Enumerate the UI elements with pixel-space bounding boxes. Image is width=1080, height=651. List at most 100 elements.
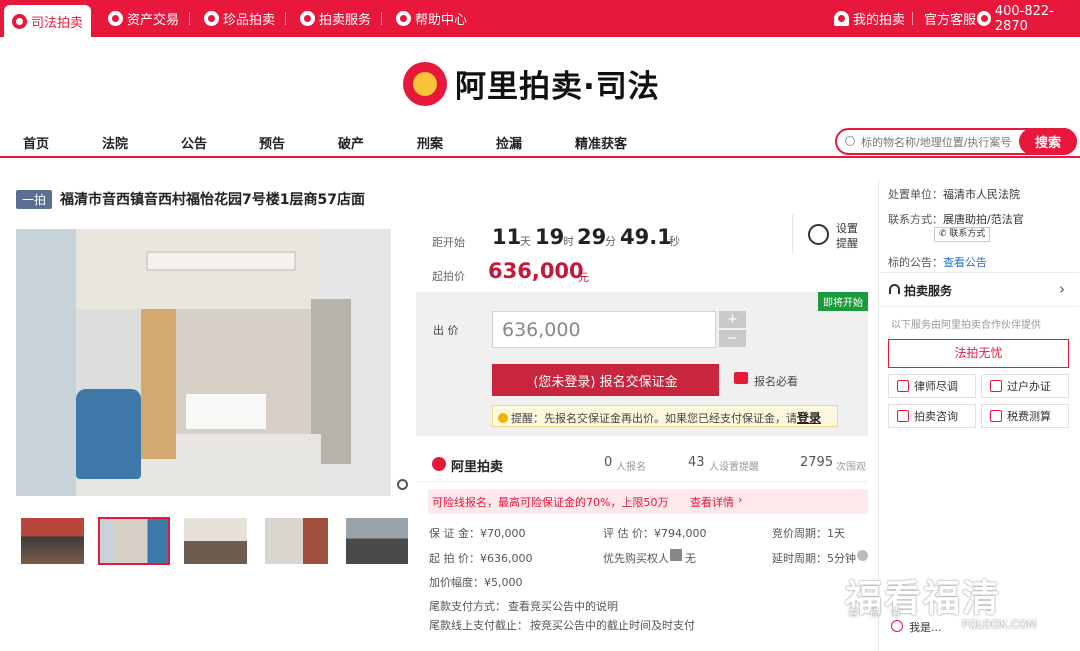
- service-note: 以下服务由阿里拍卖合作伙伴提供: [891, 320, 1041, 331]
- thumbnail-4[interactable]: [265, 518, 328, 564]
- help-circle-icon[interactable]: [857, 550, 868, 561]
- nav-item-criminal[interactable]: 刑案: [417, 133, 443, 152]
- views-label: 次围观: [836, 462, 866, 473]
- tab-auction-service[interactable]: 拍卖服务: [300, 0, 371, 37]
- watermark-url: FQLOOK.COM: [962, 618, 1037, 631]
- registered-label: 人报名: [616, 462, 646, 473]
- coins-icon: [734, 372, 748, 384]
- zoom-icon[interactable]: [397, 479, 408, 490]
- service-title: 拍卖服务: [904, 284, 953, 298]
- insurance-text: 可险线报名，最高可险保证金的70%，上限50万: [432, 496, 669, 509]
- nav-item-precise-leads[interactable]: 精准获客: [575, 133, 627, 152]
- seconds-unit: 秒: [669, 235, 680, 248]
- nav-item-notice[interactable]: 公告: [181, 133, 207, 152]
- start-price-info: 起 拍 价：¥636,000: [429, 552, 533, 565]
- start-price-value: 636,000: [488, 259, 584, 283]
- official-service-link[interactable]: 官方客服: [924, 0, 976, 37]
- login-link[interactable]: 登录: [797, 411, 821, 425]
- unit-label: 处置单位：: [888, 188, 943, 201]
- hotline: 400-822-2870: [977, 0, 1080, 37]
- contact-name: 展唐助拍/范法官: [943, 213, 1024, 226]
- login-tip: 提醒：先报名交保证金再出价。如果您已经支付保证金，请登录: [492, 405, 838, 427]
- bid-panel: 即将开始 出 价 + − (您未登录) 报名交保证金 报名必看 提醒：先报名交保…: [416, 292, 868, 436]
- countdown-days: 11: [492, 225, 522, 249]
- transfer-button[interactable]: 过户办证: [981, 374, 1069, 398]
- item-title: 福清市音西镇音西村福怡花园7号楼1层商57店面: [60, 192, 365, 208]
- ali-auction-logo-icon: [432, 457, 446, 471]
- divider: [879, 272, 1079, 273]
- deadline-label: 尾款线上支付截止：: [429, 619, 528, 632]
- disposal-unit[interactable]: 福清市人民法院: [943, 186, 1020, 202]
- start-price-label: 起拍价: [432, 270, 465, 283]
- brand-label: 阿里拍卖: [451, 460, 504, 475]
- cycle-info: 竞价周期：1天: [772, 527, 845, 540]
- divider: [416, 481, 868, 482]
- phone-400-icon: [977, 11, 991, 26]
- divider: [189, 12, 190, 25]
- consult-button[interactable]: 拍卖咨询: [888, 404, 976, 428]
- fapai-wuyou-button[interactable]: 法拍无忧: [888, 339, 1069, 368]
- search-box: 搜索: [835, 128, 1077, 155]
- lawyer-check-button[interactable]: 律师尽调: [888, 374, 976, 398]
- thumbnail-2[interactable]: [98, 517, 170, 565]
- bid-amount-input[interactable]: [492, 311, 716, 348]
- priority-badge-icon: [670, 549, 682, 561]
- register-deposit-button[interactable]: (您未登录) 报名交保证金: [492, 364, 719, 396]
- asset-icon: [108, 11, 123, 26]
- set-reminder-link[interactable]: 设置提醒: [836, 221, 860, 251]
- countdown-label: 距开始: [432, 236, 465, 249]
- heart-icon: [300, 11, 315, 26]
- help-icon: [396, 11, 411, 26]
- search-button[interactable]: 搜索: [1019, 128, 1077, 155]
- thumbnail-5[interactable]: [346, 518, 408, 564]
- must-read-link[interactable]: 报名必看: [754, 373, 798, 389]
- increase-bid-button[interactable]: +: [719, 311, 746, 328]
- increment-info: 加价幅度：¥5,000: [429, 576, 523, 589]
- lightbulb-icon: [498, 413, 508, 423]
- my-auction-link[interactable]: 我的拍卖: [834, 0, 905, 37]
- nav-item-bankruptcy[interactable]: 破产: [338, 133, 364, 152]
- contact-button[interactable]: ✆ 联系方式: [934, 227, 991, 242]
- priority-value: 无: [685, 552, 696, 565]
- chat-icon: [897, 410, 909, 422]
- tab-treasure-auction[interactable]: 珍品拍卖: [204, 0, 275, 37]
- payment-label: 尾款支付方式：: [429, 600, 506, 613]
- divider: [912, 12, 913, 25]
- tab-help-center[interactable]: 帮助中心: [396, 0, 467, 37]
- reminder-count: 43: [688, 455, 705, 470]
- divider: [792, 214, 793, 254]
- treasure-icon: [204, 11, 219, 26]
- thumbnail-1[interactable]: [21, 518, 84, 564]
- court-emblem-icon: [403, 61, 447, 106]
- thumbnail-3[interactable]: [184, 518, 247, 564]
- tab-judicial-auction[interactable]: 司法拍卖: [4, 5, 92, 37]
- watermark-subtext: 看 福 清: [848, 608, 905, 619]
- deadline-value: 按竞买公告中的截止时间及时支付: [530, 619, 695, 632]
- tab-asset-trade[interactable]: 资产交易: [108, 0, 179, 37]
- decrease-bid-button[interactable]: −: [719, 330, 746, 347]
- search-input[interactable]: [861, 133, 1011, 151]
- stats-row: 阿里拍卖 0 人报名 43 人设置提醒 2795 次围观: [416, 452, 868, 478]
- divider: [879, 306, 1079, 307]
- chevron-right-icon: ›: [738, 493, 743, 506]
- payment-value: 查看竞买公告中的说明: [508, 600, 618, 613]
- countdown-minutes: 29: [577, 225, 607, 249]
- view-notice-link[interactable]: 查看公告: [943, 254, 987, 270]
- nav-item-home[interactable]: 首页: [23, 133, 49, 152]
- views-count: 2795: [800, 455, 834, 470]
- phone-icon: ✆: [939, 229, 947, 239]
- appraisal-info: 评 估 价：¥794,000: [603, 527, 707, 540]
- countdown-seconds: 49.1: [620, 225, 672, 249]
- tax-calc-button[interactable]: 税费测算: [981, 404, 1069, 428]
- reminder-label: 人设置提醒: [709, 462, 759, 473]
- price-unit: 元: [578, 271, 589, 284]
- main-photo[interactable]: [16, 229, 391, 496]
- chevron-right-icon[interactable]: ›: [1059, 280, 1065, 298]
- nav-item-bargain[interactable]: 捡漏: [496, 133, 522, 152]
- status-badge: 即将开始: [818, 292, 868, 311]
- site-logo[interactable]: 阿里拍卖·司法: [403, 61, 660, 106]
- nav-item-court[interactable]: 法院: [102, 133, 128, 152]
- insurance-details-link[interactable]: 查看详情: [690, 494, 734, 510]
- nav-item-preview[interactable]: 预告: [259, 133, 285, 152]
- alarm-clock-icon[interactable]: [808, 224, 829, 245]
